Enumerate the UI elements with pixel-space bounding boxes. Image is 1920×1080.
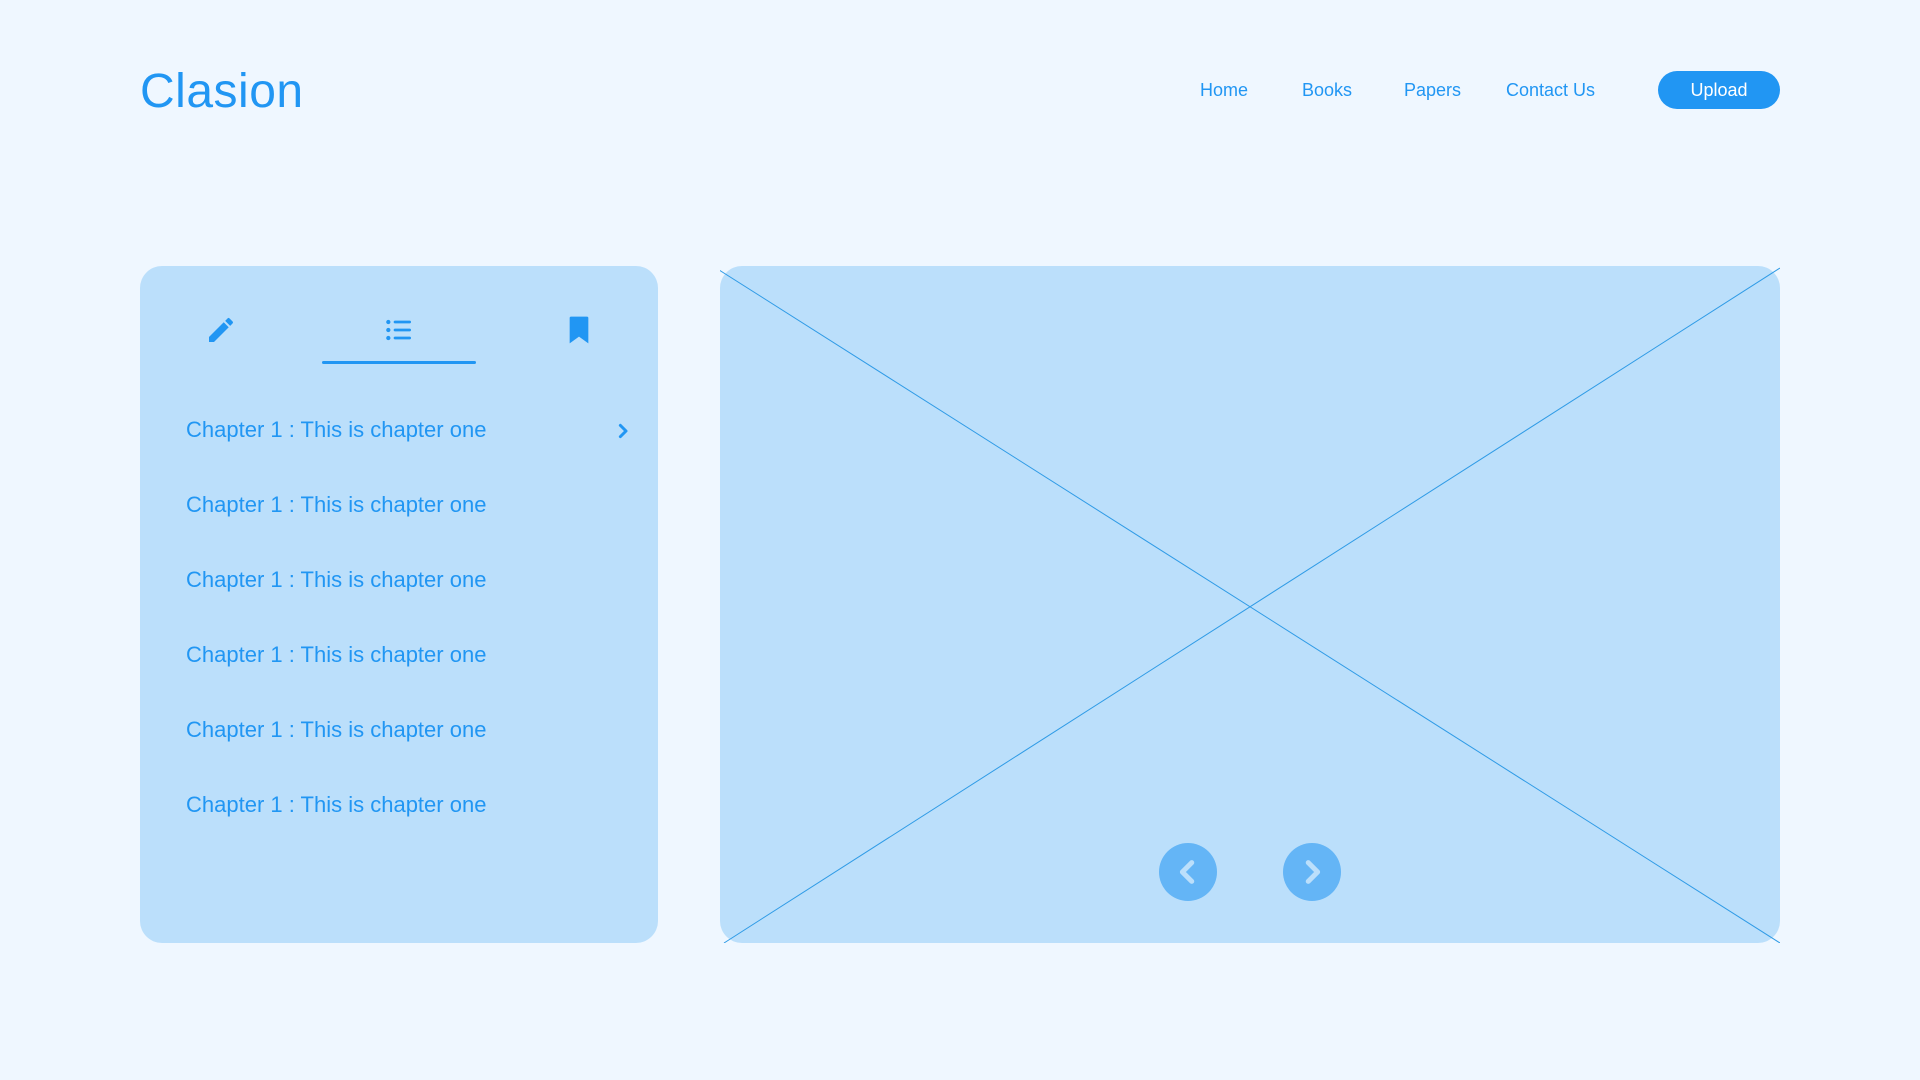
tab-bookmarks[interactable] [554,314,604,358]
chapter-list: Chapter 1 : This is chapter one Chapter … [186,416,628,866]
pencil-icon [209,317,234,342]
chapter-label: Chapter 1 : This is chapter one [186,567,487,592]
previous-page-button[interactable] [1159,843,1217,901]
image-placeholder [720,267,1780,943]
active-tab-indicator [322,361,476,364]
chapter-item[interactable]: Chapter 1 : This is chapter one [186,641,606,716]
content-viewer [720,266,1780,943]
chapter-label: Chapter 1 : This is chapter one [186,417,487,442]
chapter-item[interactable]: Chapter 1 : This is chapter one [186,491,606,566]
chapter-label: Chapter 1 : This is chapter one [186,792,487,817]
tab-contents[interactable] [374,314,424,358]
bookmark-icon [569,316,589,344]
upload-button[interactable]: Upload [1658,71,1780,109]
chapter-label: Chapter 1 : This is chapter one [186,642,487,667]
chapter-item[interactable]: Chapter 1 : This is chapter one [186,716,606,791]
nav-link-books[interactable]: Books [1302,78,1352,102]
chapter-label: Chapter 1 : This is chapter one [186,717,487,742]
chevron-right-icon [1305,860,1321,884]
nav-link-contact-us[interactable]: Contact Us [1506,78,1595,102]
nav-link-home[interactable]: Home [1200,78,1248,102]
chevron-left-icon [1179,860,1195,884]
chevron-right-icon [618,423,628,439]
chapter-item[interactable]: Chapter 1 : This is chapter one [186,416,628,491]
chapter-item[interactable]: Chapter 1 : This is chapter one [186,566,606,641]
chapter-label: Chapter 1 : This is chapter one [186,492,487,517]
next-page-button[interactable] [1283,843,1341,901]
list-icon [386,319,411,341]
chapter-item[interactable]: Chapter 1 : This is chapter one [186,791,606,866]
nav-link-papers[interactable]: Papers [1404,78,1461,102]
table-of-contents-panel: Chapter 1 : This is chapter one Chapter … [140,266,658,943]
tab-notes[interactable] [196,314,246,358]
app-logo[interactable]: Clasion [140,64,304,120]
